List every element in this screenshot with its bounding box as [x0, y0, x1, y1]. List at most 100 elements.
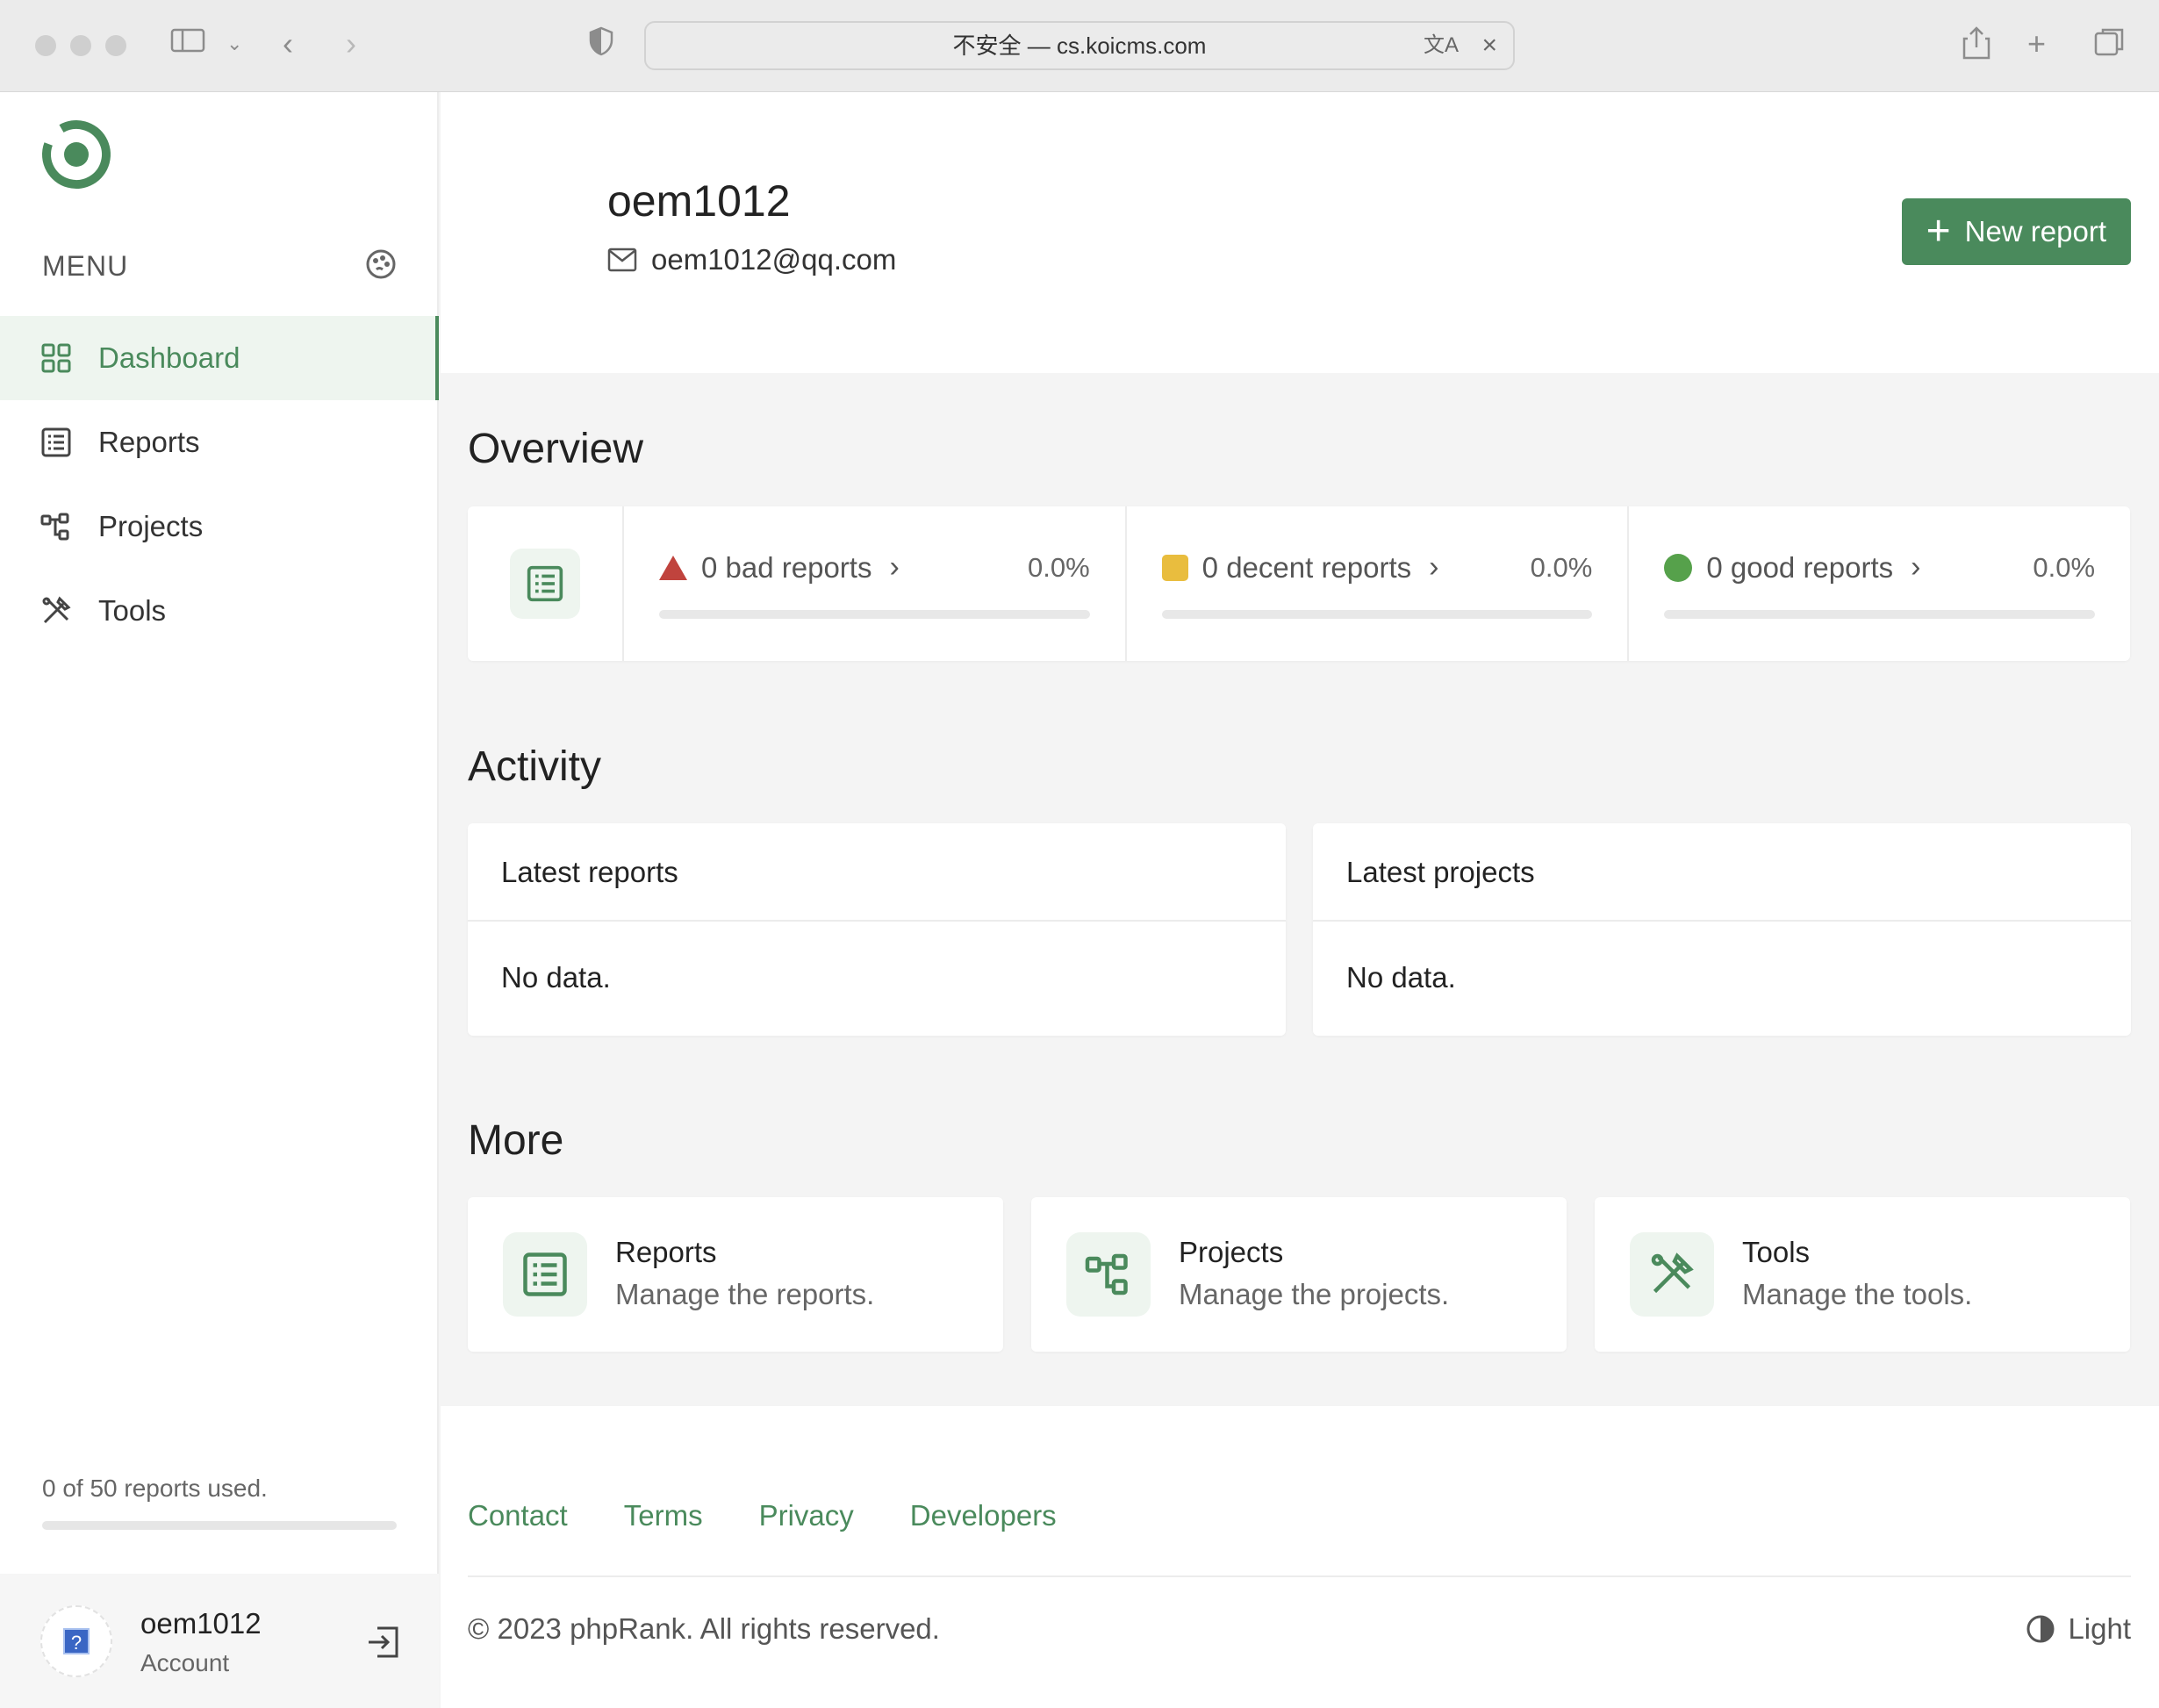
- browser-toolbar: ⌄ ‹ › 不安全 — cs.koicms.com 文A × +: [0, 0, 2159, 92]
- footer-link-privacy[interactable]: Privacy: [759, 1499, 854, 1532]
- footer-divider: [468, 1575, 2131, 1577]
- dashboard-grid-icon: [41, 343, 71, 373]
- stat-label-text: 0 good reports: [1706, 550, 1894, 584]
- footer-link-developers[interactable]: Developers: [910, 1499, 1057, 1532]
- sidebar-item-tools[interactable]: Tools: [0, 569, 439, 653]
- menu-label: MENU: [42, 250, 129, 282]
- theme-toggle-label: Light: [2068, 1612, 2131, 1645]
- stat-bad-reports[interactable]: 0 bad reports › 0.0%: [624, 506, 1127, 661]
- account-panel[interactable]: ? oem1012 Account: [0, 1574, 439, 1708]
- latest-reports-title: Latest reports: [468, 823, 1286, 922]
- more-icon-box: [1630, 1232, 1714, 1317]
- stat-decent-reports[interactable]: 0 decent reports › 0.0%: [1127, 506, 1630, 661]
- sidebar-toggle-icon[interactable]: [170, 26, 205, 61]
- more-card-reports[interactable]: Reports Manage the reports.: [468, 1197, 1003, 1352]
- more-card-desc: Manage the projects.: [1179, 1278, 1450, 1310]
- sidebar-item-label: Tools: [98, 594, 167, 627]
- more-card-projects[interactable]: Projects Manage the projects.: [1031, 1197, 1567, 1352]
- overview-card: 0 bad reports › 0.0% 0 decent reports › …: [468, 506, 2130, 661]
- plus-icon: +: [1926, 208, 1951, 255]
- stat-progress-bar: [659, 610, 1090, 619]
- more-icon-box: [1066, 1232, 1151, 1317]
- sidebar-item-dashboard[interactable]: Dashboard: [0, 316, 439, 400]
- translate-icon[interactable]: 文A: [1424, 23, 1459, 68]
- share-icon[interactable]: [1962, 26, 1990, 67]
- latest-projects-title: Latest projects: [1313, 823, 2131, 922]
- palette-icon[interactable]: [365, 248, 397, 280]
- stat-progress-bar: [1664, 610, 2096, 619]
- logo-icon[interactable]: [40, 118, 112, 190]
- sidebar-item-projects[interactable]: Projects: [0, 484, 439, 569]
- more-card-desc: Manage the reports.: [615, 1278, 875, 1310]
- stat-label[interactable]: 0 good reports ›: [1664, 550, 1920, 585]
- theme-toggle[interactable]: Light: [2026, 1612, 2131, 1646]
- mail-icon: [607, 248, 637, 272]
- tools-icon: [42, 596, 71, 624]
- footer-link-terms[interactable]: Terms: [624, 1499, 703, 1532]
- stat-percent: 0.0%: [2033, 552, 2096, 583]
- footer-link-contact[interactable]: Contact: [468, 1499, 568, 1532]
- overview-icon-box: [510, 549, 580, 619]
- overview-title: Overview: [468, 426, 644, 472]
- stat-label[interactable]: 0 bad reports ›: [659, 550, 900, 585]
- back-icon[interactable]: ‹: [283, 26, 293, 61]
- sidebar: MENU Dashboard Reports Projects Tools 0 …: [0, 92, 439, 1708]
- footer: Contact Terms Privacy Developers © 2023 …: [441, 1406, 2159, 1708]
- minimize-window-button[interactable]: [70, 35, 91, 56]
- stat-percent: 0.0%: [1530, 552, 1593, 583]
- more-card-desc: Manage the tools.: [1742, 1278, 1973, 1310]
- sidebar-item-label: Reports: [98, 426, 200, 458]
- new-tab-icon[interactable]: +: [2027, 26, 2046, 61]
- usage-text: 0 of 50 reports used.: [42, 1475, 268, 1502]
- profile-header: oem1012 oem1012@qq.com + New report: [441, 92, 2159, 373]
- chevron-right-icon: ›: [1911, 550, 1921, 584]
- user-email: oem1012@qq.com: [607, 243, 896, 276]
- overview-icon-cell: [468, 506, 624, 661]
- contrast-icon: [2026, 1615, 2055, 1643]
- sidebar-item-reports[interactable]: Reports: [0, 400, 439, 484]
- more-card-tools[interactable]: Tools Manage the tools.: [1595, 1197, 2130, 1352]
- tools-icon: [1651, 1252, 1694, 1294]
- chevron-right-icon: ›: [1429, 550, 1439, 584]
- zoom-window-button[interactable]: [105, 35, 126, 56]
- address-text: 不安全 — cs.koicms.com: [952, 32, 1207, 59]
- close-window-button[interactable]: [35, 35, 56, 56]
- more-card-title: Reports: [615, 1236, 717, 1268]
- stat-progress-bar: [1161, 610, 1593, 619]
- activity-title: Activity: [468, 743, 602, 790]
- list-icon: [523, 1252, 567, 1296]
- circle-status-icon: [1664, 553, 1693, 582]
- sidebar-item-label: Dashboard: [98, 341, 240, 374]
- tab-overview-icon[interactable]: [2094, 26, 2126, 65]
- more-card-title: Tools: [1742, 1236, 1811, 1268]
- user-email-text: oem1012@qq.com: [651, 243, 897, 276]
- sidebar-nav: Dashboard Reports Projects Tools: [0, 316, 439, 653]
- copyright: © 2023 phpRank. All rights reserved.: [468, 1612, 940, 1645]
- stat-label-text: 0 decent reports: [1201, 550, 1412, 584]
- address-bar[interactable]: 不安全 — cs.koicms.com 文A ×: [644, 21, 1515, 70]
- latest-projects-empty: No data.: [1346, 961, 1456, 994]
- list-icon: [527, 565, 563, 602]
- square-status-icon: [1161, 554, 1188, 581]
- list-icon: [41, 427, 71, 457]
- projects-icon: [40, 513, 69, 541]
- close-icon[interactable]: ×: [1481, 23, 1497, 68]
- warning-triangle-icon: [659, 555, 687, 580]
- more-icon-box: [503, 1232, 587, 1317]
- forward-icon[interactable]: ›: [346, 26, 356, 61]
- more-title: More: [468, 1117, 564, 1164]
- avatar-placeholder-icon: ?: [63, 1628, 90, 1654]
- chevron-right-icon: ›: [889, 550, 900, 584]
- stat-label-text: 0 bad reports: [701, 550, 872, 584]
- privacy-shield-icon[interactable]: [588, 26, 614, 63]
- logout-icon[interactable]: [365, 1625, 400, 1660]
- window-controls: [35, 35, 126, 56]
- page-title: oem1012: [607, 176, 791, 226]
- projects-icon: [1085, 1253, 1128, 1295]
- account-label: Account: [140, 1649, 230, 1676]
- chevron-down-icon[interactable]: ⌄: [226, 26, 242, 61]
- stat-label[interactable]: 0 decent reports ›: [1161, 550, 1439, 585]
- avatar[interactable]: ?: [40, 1605, 112, 1677]
- stat-good-reports[interactable]: 0 good reports › 0.0%: [1629, 506, 2130, 661]
- new-report-button[interactable]: + New report: [1901, 198, 2131, 265]
